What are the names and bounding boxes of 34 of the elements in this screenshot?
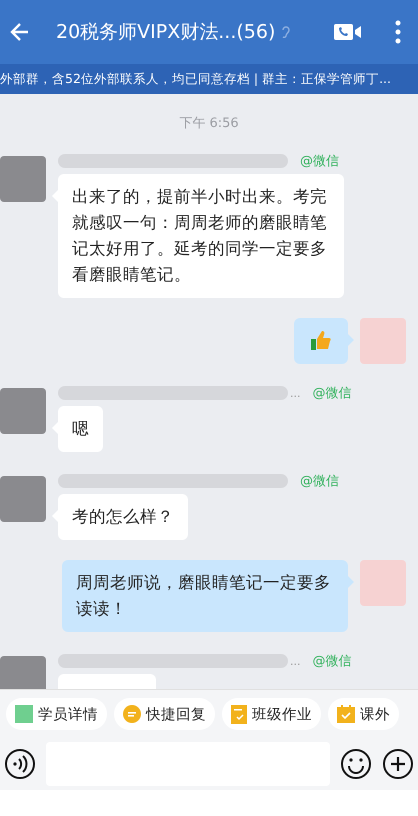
calendar-icon bbox=[337, 705, 355, 723]
source-label: @微信 bbox=[300, 473, 339, 490]
message-bubble: 考的怎么样？ bbox=[58, 494, 188, 540]
name-ellipsis: ... bbox=[290, 654, 300, 668]
source-label: @微信 bbox=[312, 385, 352, 402]
bubble-tail bbox=[348, 576, 354, 588]
plus-icon[interactable] bbox=[382, 748, 414, 780]
avatar-placeholder bbox=[0, 656, 46, 689]
source-label: @微信 bbox=[312, 653, 352, 670]
shortcut-chip[interactable]: 班级作业 bbox=[222, 698, 321, 730]
message-bubble: 周周老师说，磨眼睛笔记一定要多读读！ bbox=[62, 560, 348, 632]
timestamp: 下午 6:56 bbox=[179, 115, 239, 132]
avatar-placeholder bbox=[0, 388, 46, 434]
video-call-icon[interactable] bbox=[334, 22, 362, 42]
emoji-icon[interactable] bbox=[340, 748, 372, 780]
message-bubble: 出来了的，提前半小时出来。考完就感叹一句：周周老师的磨眼睛笔记太好用了。延考的同学一定要多看磨眼睛笔记。 bbox=[58, 174, 344, 298]
avatar-placeholder bbox=[360, 560, 406, 606]
thumbs-up-icon bbox=[310, 330, 332, 352]
group-info: 外部群，含52位外部联系人，均已同意存档 | 群主：正保学管师丁... bbox=[0, 70, 391, 88]
chat-title: 20税务师VIPX财法...(56) bbox=[56, 20, 276, 45]
message-bubble: 嗯 bbox=[58, 406, 103, 452]
source-label: @微信 bbox=[300, 153, 339, 170]
shortcut-chip[interactable]: 快捷回复 bbox=[114, 698, 215, 730]
avatar-placeholder bbox=[360, 318, 406, 364]
square-icon bbox=[15, 705, 33, 723]
document-icon bbox=[231, 704, 247, 724]
avatar-placeholder bbox=[0, 156, 46, 202]
shortcut-chip[interactable]: 学员详情 bbox=[6, 698, 107, 730]
voice-icon[interactable] bbox=[4, 748, 36, 780]
ear-icon bbox=[281, 25, 292, 39]
chat-icon bbox=[123, 705, 141, 723]
name-ellipsis: ... bbox=[290, 386, 300, 400]
shortcut-chip[interactable]: 课外 bbox=[328, 698, 399, 730]
avatar-placeholder bbox=[0, 476, 46, 522]
